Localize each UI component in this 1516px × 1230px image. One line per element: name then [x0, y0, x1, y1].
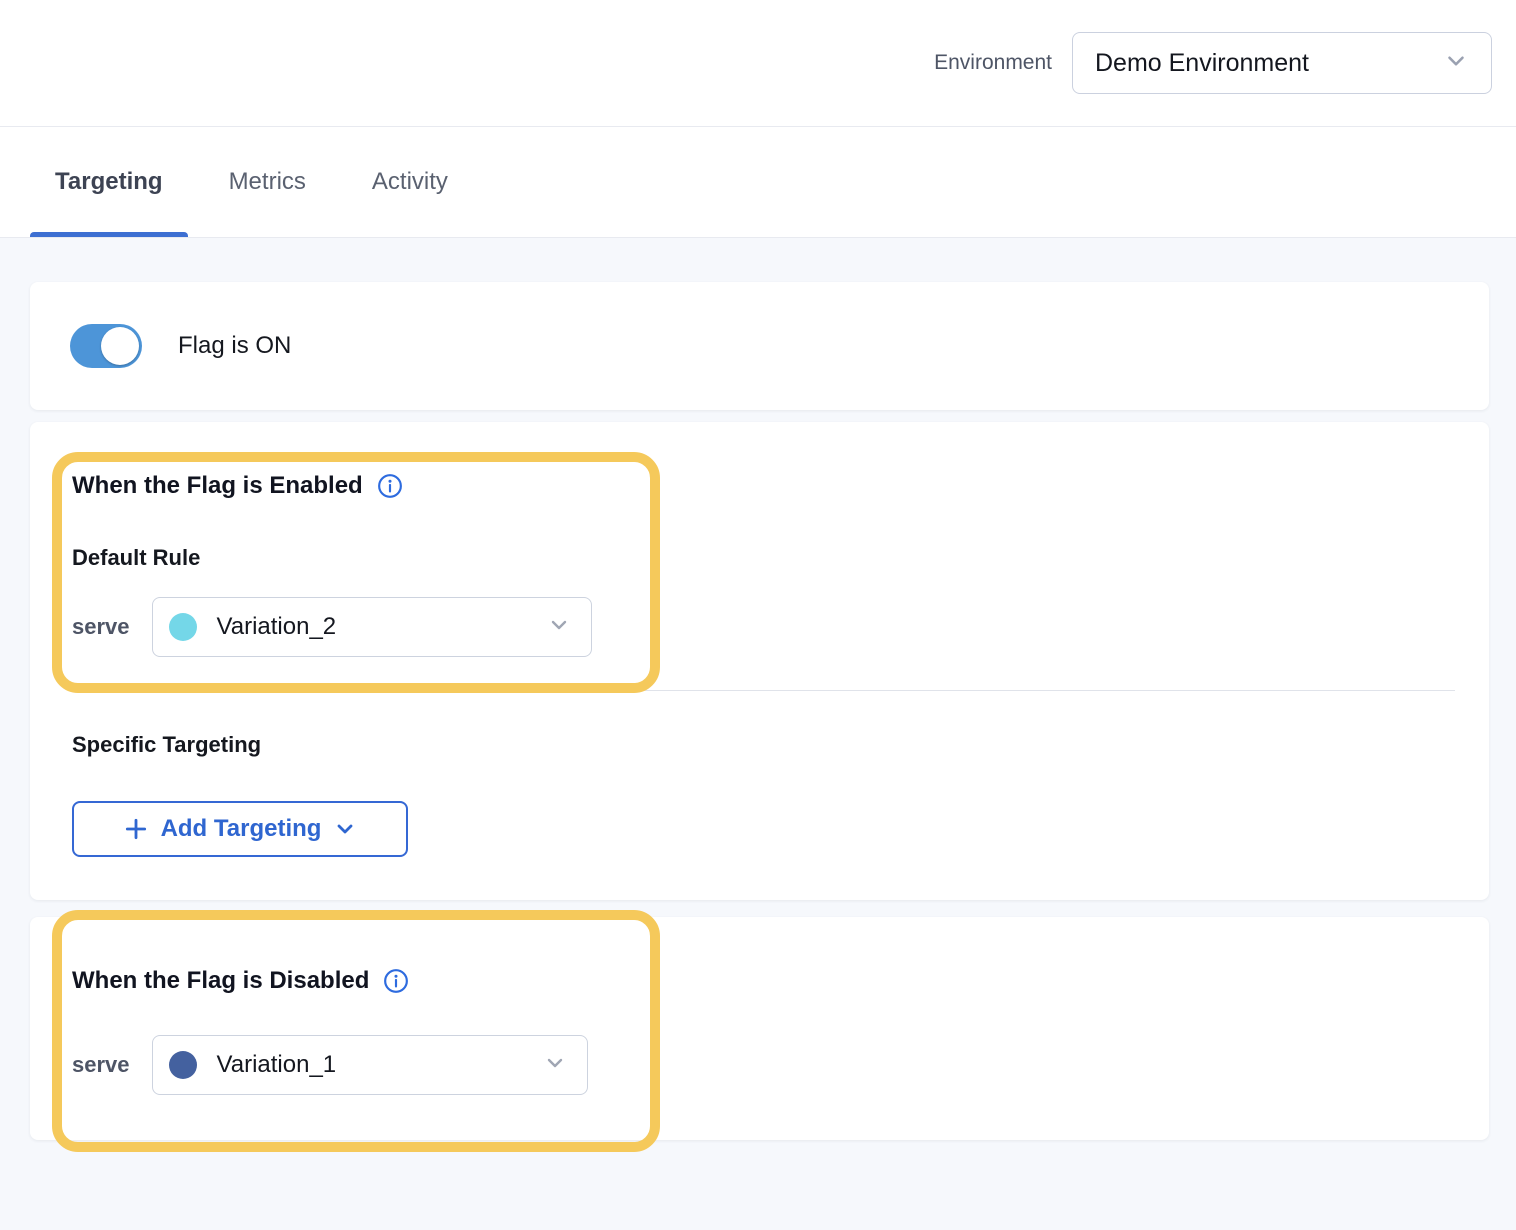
- enabled-variation-select[interactable]: Variation_2: [152, 597, 592, 657]
- info-icon[interactable]: [383, 968, 409, 994]
- tab-targeting[interactable]: Targeting: [30, 127, 188, 237]
- environment-select-value: Demo Environment: [1095, 49, 1443, 78]
- plus-icon: [123, 816, 149, 842]
- flag-toggle-knob: [101, 327, 139, 365]
- flag-status-label: Flag is ON: [178, 332, 291, 360]
- disabled-variation-value: Variation_1: [217, 1051, 543, 1079]
- chevron-down-icon: [547, 613, 571, 642]
- environment-select[interactable]: Demo Environment: [1072, 32, 1492, 94]
- tab-bar: Targeting Metrics Activity: [0, 127, 1516, 238]
- disabled-highlight-ring: [52, 910, 660, 1152]
- specific-targeting-title: Specific Targeting: [72, 732, 261, 758]
- serve-label: serve: [72, 1052, 130, 1078]
- flag-enabled-card: When the Flag is Enabled Default Rule se…: [30, 422, 1489, 900]
- default-rule-serve-row: serve Variation_2: [72, 597, 592, 657]
- add-targeting-button[interactable]: Add Targeting: [72, 801, 408, 857]
- main-content: Flag is ON When the Flag is Enabled Defa…: [0, 238, 1516, 1230]
- tab-metrics[interactable]: Metrics: [204, 127, 331, 237]
- flag-toggle[interactable]: [70, 324, 142, 368]
- chevron-down-icon: [1443, 48, 1469, 79]
- add-targeting-label: Add Targeting: [161, 815, 322, 843]
- enabled-variation-value: Variation_2: [217, 613, 547, 641]
- page-header: Environment Demo Environment: [0, 0, 1516, 127]
- chevron-down-icon: [333, 817, 357, 841]
- flag-disabled-card: When the Flag is Disabled serve Variatio…: [30, 917, 1489, 1140]
- flag-status-card: Flag is ON: [30, 282, 1489, 410]
- section-divider: [72, 690, 1455, 691]
- enabled-section-header: When the Flag is Enabled: [72, 472, 403, 500]
- serve-label: serve: [72, 614, 130, 640]
- variation-color-dot: [169, 1051, 197, 1079]
- variation-color-dot: [169, 613, 197, 641]
- default-rule-label: Default Rule: [72, 545, 200, 571]
- disabled-section-header: When the Flag is Disabled: [72, 967, 409, 995]
- disabled-section-title: When the Flag is Disabled: [72, 967, 369, 995]
- chevron-down-icon: [543, 1051, 567, 1080]
- enabled-section-title: When the Flag is Enabled: [72, 472, 363, 500]
- disabled-variation-select[interactable]: Variation_1: [152, 1035, 588, 1095]
- disabled-serve-row: serve Variation_1: [72, 1035, 588, 1095]
- tab-activity[interactable]: Activity: [347, 127, 473, 237]
- info-icon[interactable]: [377, 473, 403, 499]
- environment-label: Environment: [934, 51, 1052, 75]
